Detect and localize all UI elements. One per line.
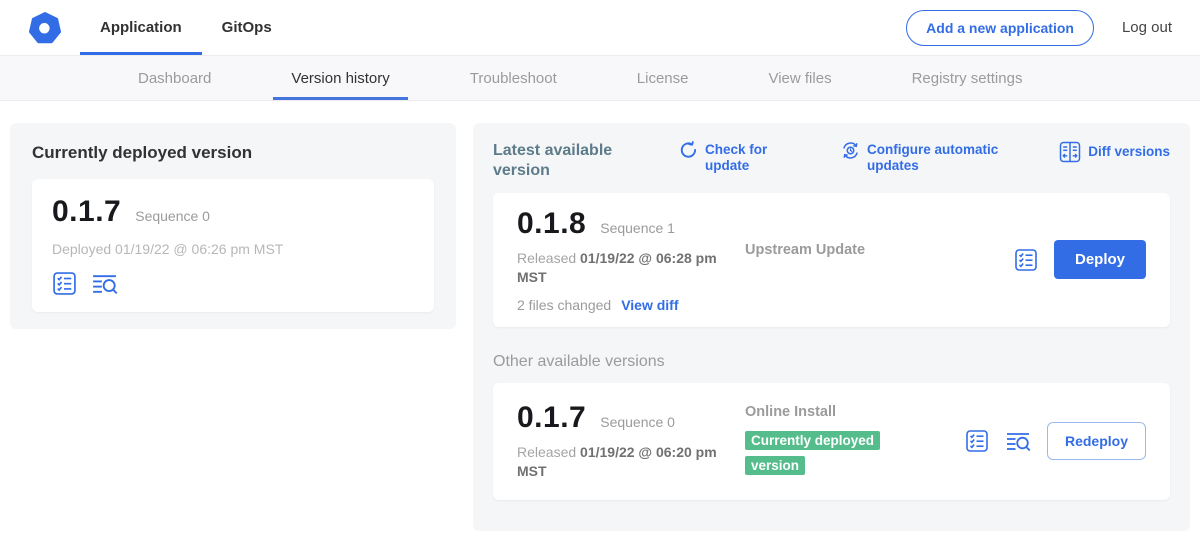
diff-versions-link[interactable]: Diff versions xyxy=(1059,141,1170,163)
subnav-tab-version-history[interactable]: Version history xyxy=(251,56,429,100)
main-content: Currently deployed version 0.1.7 Sequenc… xyxy=(0,101,1200,536)
subnav-view-files-label: View files xyxy=(768,70,831,87)
released-prefix: Released xyxy=(517,444,580,460)
latest-released-timestamp: Released 01/19/22 @ 06:28 pm MST xyxy=(517,249,732,287)
available-versions-panel: Latest available version Check for updat… xyxy=(473,123,1190,531)
online-install-label: Online Install xyxy=(745,404,836,420)
redeploy-button[interactable]: Redeploy xyxy=(1047,422,1146,460)
released-prefix: Released xyxy=(517,250,580,266)
other-version-sequence: Sequence 0 xyxy=(600,414,675,430)
app-subnav: Dashboard Version history Troubleshoot L… xyxy=(0,56,1200,101)
configure-automatic-updates-link[interactable]: Configure automatic updates xyxy=(841,141,1031,174)
latest-version-sequence: Sequence 1 xyxy=(600,220,675,236)
configure-automatic-updates-label: Configure automatic updates xyxy=(867,141,1031,174)
subnav-tab-dashboard[interactable]: Dashboard xyxy=(98,56,251,100)
subnav-registry-settings-label: Registry settings xyxy=(912,70,1023,87)
subnav-version-history-label: Version history xyxy=(291,70,389,87)
check-for-update-link[interactable]: Check for update xyxy=(679,141,789,174)
tab-gitops[interactable]: GitOps xyxy=(202,0,292,55)
header-tabs: Application GitOps xyxy=(80,0,292,55)
kots-logo-icon xyxy=(28,11,62,45)
currently-deployed-title: Currently deployed version xyxy=(32,143,434,163)
current-deployed-timestamp: Deployed 01/19/22 @ 06:26 pm MST xyxy=(52,241,414,257)
deploy-logs-icon[interactable] xyxy=(1005,429,1031,453)
tab-application[interactable]: Application xyxy=(80,0,202,55)
logout-button[interactable]: Log out xyxy=(1122,19,1172,36)
diff-versions-icon xyxy=(1059,141,1081,163)
deploy-logs-icon[interactable] xyxy=(91,271,118,296)
subnav-tab-registry-settings[interactable]: Registry settings xyxy=(872,56,1063,100)
auto-update-clock-icon xyxy=(841,141,860,160)
current-version-sequence: Sequence 0 xyxy=(135,208,210,224)
refresh-icon xyxy=(679,141,698,160)
subnav-license-label: License xyxy=(637,70,689,87)
add-application-button[interactable]: Add a new application xyxy=(906,10,1094,46)
tab-application-label: Application xyxy=(100,19,182,36)
check-for-update-label: Check for update xyxy=(705,141,789,174)
diff-versions-label: Diff versions xyxy=(1088,144,1170,160)
subnav-tab-view-files[interactable]: View files xyxy=(728,56,871,100)
current-version-number: 0.1.7 xyxy=(52,195,121,229)
preflight-checklist-icon[interactable] xyxy=(965,429,989,453)
currently-deployed-card: 0.1.7 Sequence 0 Deployed 01/19/22 @ 06:… xyxy=(32,179,434,312)
other-version-number: 0.1.7 xyxy=(517,401,586,435)
preflight-checklist-icon[interactable] xyxy=(52,271,77,296)
subnav-troubleshoot-label: Troubleshoot xyxy=(470,70,557,87)
view-diff-link[interactable]: View diff xyxy=(621,297,678,313)
other-released-timestamp: Released 01/19/22 @ 06:20 pm MST xyxy=(517,443,732,481)
currently-deployed-badge: Currently deployed version xyxy=(745,431,880,475)
latest-version-card: 0.1.8 Sequence 1 Released 01/19/22 @ 06:… xyxy=(493,193,1170,327)
latest-version-number: 0.1.8 xyxy=(517,207,586,241)
upstream-update-label: Upstream Update xyxy=(745,242,865,258)
files-changed-text: 2 files changed xyxy=(517,297,611,313)
subnav-tab-license[interactable]: License xyxy=(597,56,729,100)
subnav-dashboard-label: Dashboard xyxy=(138,70,211,87)
other-available-versions-title: Other available versions xyxy=(493,353,1170,371)
tab-gitops-label: GitOps xyxy=(222,19,272,36)
deploy-button[interactable]: Deploy xyxy=(1054,240,1146,279)
app-header: Application GitOps Add a new application… xyxy=(0,0,1200,56)
preflight-checklist-icon[interactable] xyxy=(1014,248,1038,272)
currently-deployed-panel: Currently deployed version 0.1.7 Sequenc… xyxy=(10,123,456,329)
subnav-tab-troubleshoot[interactable]: Troubleshoot xyxy=(430,56,597,100)
other-version-card: 0.1.7 Sequence 0 Released 01/19/22 @ 06:… xyxy=(493,383,1170,500)
latest-available-title: Latest available version xyxy=(493,141,643,181)
